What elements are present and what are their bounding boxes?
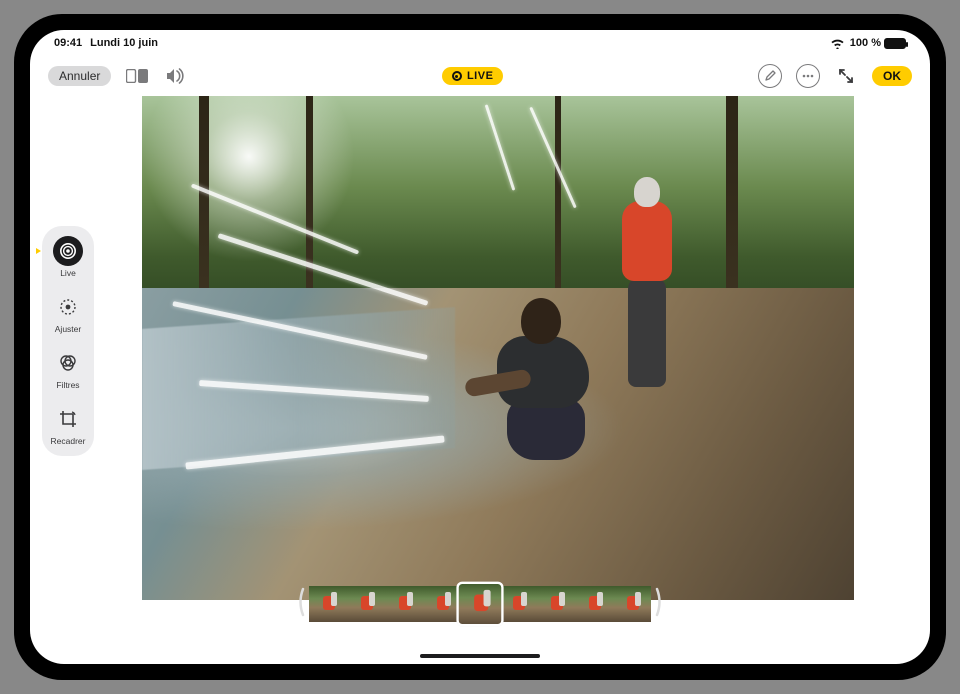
markup-button[interactable] — [758, 64, 782, 88]
person-crouching — [441, 288, 601, 468]
frame-strip-track[interactable] — [309, 586, 651, 622]
frame-thumb[interactable] — [309, 586, 347, 622]
frame-thumb[interactable] — [575, 586, 613, 622]
ipad-frame: 09:41 Lundi 10 juin 100 % Annuler — [14, 14, 946, 680]
status-date: Lundi 10 juin — [90, 37, 158, 49]
battery-indicator: 100 % — [850, 37, 906, 49]
more-button[interactable] — [796, 64, 820, 88]
frame-thumb[interactable] — [537, 586, 575, 622]
live-frame-strip — [297, 585, 663, 622]
sidebar-item-adjust[interactable]: Ajuster — [42, 292, 94, 334]
photo-canvas[interactable] — [142, 96, 854, 600]
sidebar-item-crop[interactable]: Recadrer — [42, 404, 94, 446]
sidebar-item-live[interactable]: Live — [42, 236, 94, 278]
live-badge-button[interactable]: LIVE — [442, 67, 503, 85]
battery-percent: 100 % — [850, 37, 881, 49]
frame-thumb[interactable] — [423, 586, 461, 622]
crop-icon — [53, 404, 83, 434]
battery-icon — [884, 38, 906, 49]
sidebar-item-filters[interactable]: Filtres — [42, 348, 94, 390]
adjust-icon — [53, 292, 83, 322]
tree-trunk — [199, 96, 209, 298]
frame-thumb[interactable] — [347, 586, 385, 622]
sidebar-item-label: Filtres — [56, 380, 79, 390]
strip-handle-left-icon[interactable] — [297, 585, 305, 622]
live-icon — [53, 236, 83, 266]
tree-trunk — [726, 96, 738, 298]
filters-icon — [53, 348, 83, 378]
screen: 09:41 Lundi 10 juin 100 % Annuler — [30, 30, 930, 664]
tree-trunk — [555, 96, 561, 298]
status-time: 09:41 — [54, 37, 82, 49]
cancel-button[interactable]: Annuler — [48, 66, 111, 86]
edit-tool-sidebar: Live Ajuster Filtres Recadrer — [42, 226, 94, 456]
frame-thumb[interactable] — [613, 586, 651, 622]
frame-thumb[interactable] — [385, 586, 423, 622]
wifi-icon — [830, 38, 845, 49]
live-label: LIVE — [467, 70, 493, 82]
status-bar: 09:41 Lundi 10 juin 100 % — [30, 30, 930, 54]
done-button[interactable]: OK — [872, 66, 912, 86]
frame-thumb[interactable] — [499, 586, 537, 622]
frame-thumb[interactable] — [458, 582, 503, 624]
editor-toolbar: Annuler LIVE — [30, 56, 930, 96]
strip-handle-right-icon[interactable] — [655, 585, 663, 622]
sidebar-item-label: Live — [60, 268, 76, 278]
compare-icon[interactable] — [125, 64, 149, 88]
fullscreen-button[interactable] — [834, 64, 858, 88]
sidebar-item-label: Ajuster — [55, 324, 81, 334]
sidebar-item-label: Recadrer — [51, 436, 86, 446]
volume-icon[interactable] — [163, 64, 187, 88]
person-standing — [612, 177, 682, 387]
live-dot-icon — [452, 71, 462, 81]
home-indicator — [420, 654, 540, 658]
